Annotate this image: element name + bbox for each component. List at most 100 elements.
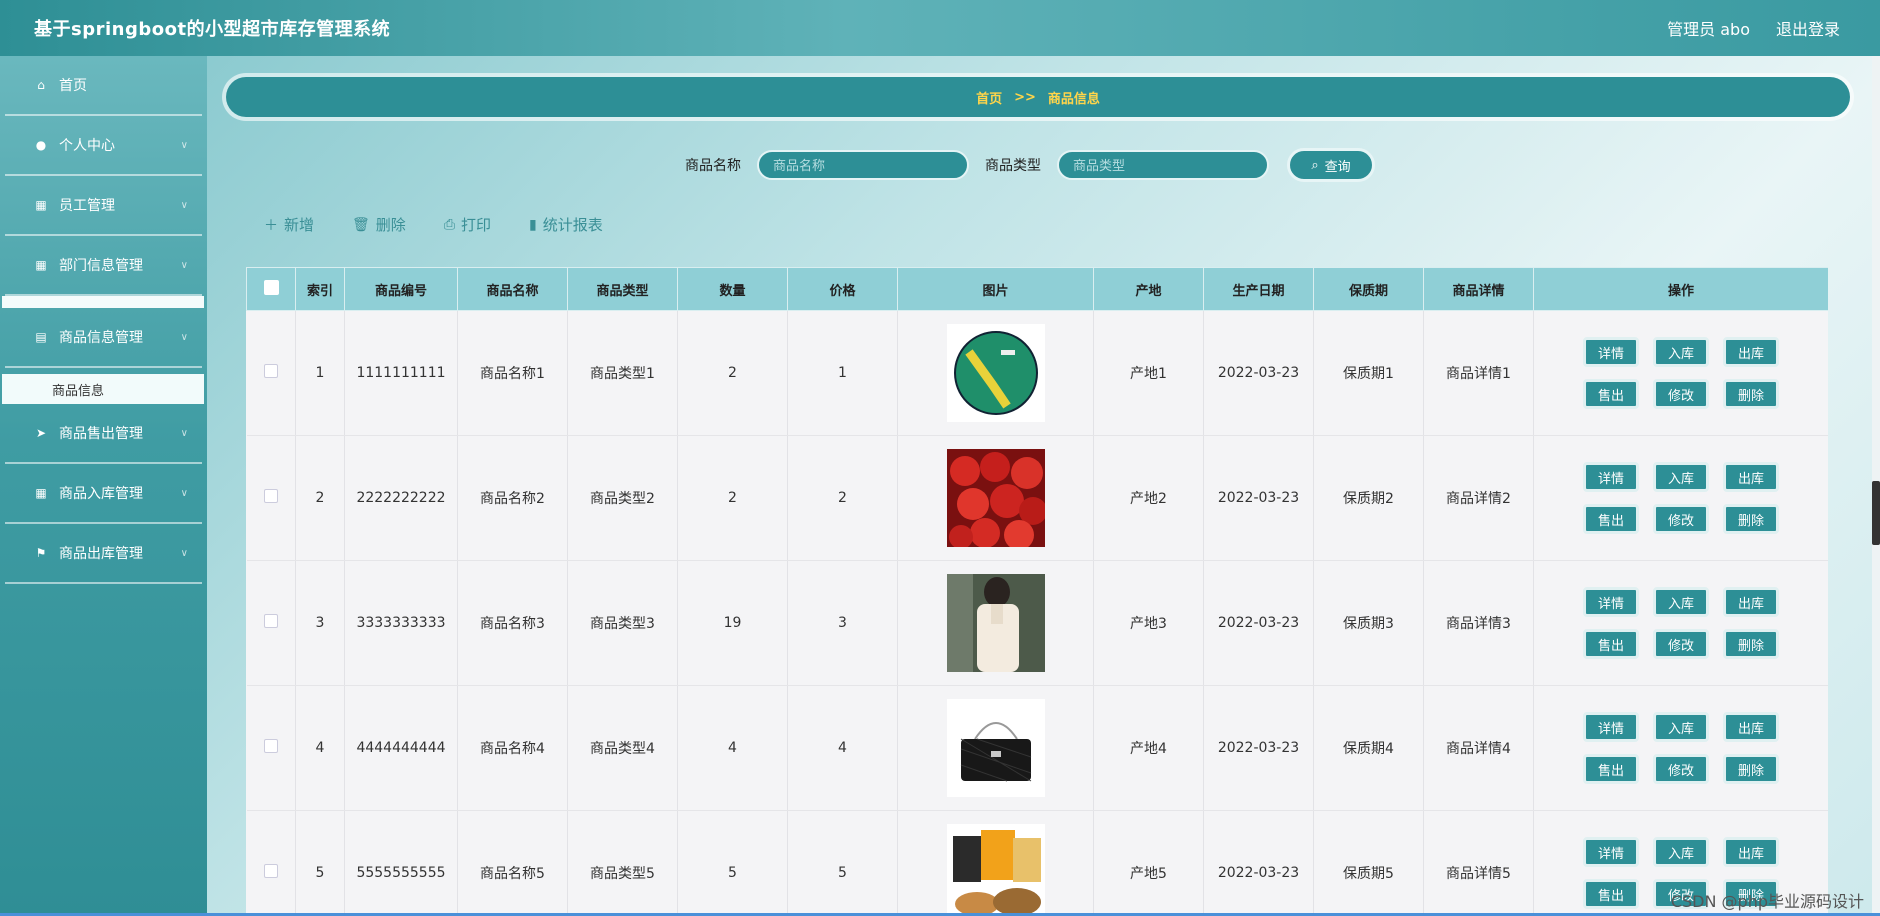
column-header: 商品类型 bbox=[567, 267, 678, 311]
sidebar-item-department[interactable]: ▦ 部门信息管理 ∨ bbox=[5, 236, 202, 296]
index-cell: 2 bbox=[295, 435, 345, 561]
sidebar-item-label: 商品信息管理 bbox=[59, 330, 143, 346]
search-icon: ⌕ bbox=[1311, 157, 1319, 173]
sell-button[interactable]: 售出 bbox=[1583, 629, 1639, 659]
outbound-button[interactable]: 出库 bbox=[1723, 837, 1779, 867]
sell-button[interactable]: 售出 bbox=[1583, 379, 1639, 409]
select-all-cell bbox=[246, 267, 296, 311]
delete-button[interactable]: 🗑 删除 bbox=[352, 214, 406, 235]
delete-row-button[interactable]: 删除 bbox=[1723, 754, 1779, 784]
inbound-button[interactable]: 入库 bbox=[1653, 837, 1709, 867]
row-actions: 详情 入库 出库售出 修改 删除 bbox=[1534, 462, 1828, 534]
price-cell: 3 bbox=[787, 560, 898, 686]
print-button[interactable]: ⎙ 打印 bbox=[444, 214, 491, 235]
detail-button[interactable]: 详情 bbox=[1583, 837, 1639, 867]
delete-row-button[interactable]: 删除 bbox=[1723, 629, 1779, 659]
name-cell: 商品名称1 bbox=[457, 310, 568, 436]
watermark: CSDN @php毕业源码设计 bbox=[1670, 892, 1864, 911]
edit-button[interactable]: 修改 bbox=[1653, 629, 1709, 659]
inbound-button[interactable]: 入库 bbox=[1653, 337, 1709, 367]
product-type-input[interactable] bbox=[1057, 150, 1269, 180]
outbound-button[interactable]: 出库 bbox=[1723, 462, 1779, 492]
edit-button[interactable]: 修改 bbox=[1653, 379, 1709, 409]
table-row: 4 4444444444 商品名称4 商品类型4 4 4 产地4 2022-03-23 保质期4… bbox=[246, 685, 1828, 811]
product-image bbox=[946, 824, 1045, 916]
index-cell: 3 bbox=[295, 560, 345, 686]
product-name-input[interactable] bbox=[757, 150, 969, 180]
column-header: 操作 bbox=[1533, 267, 1828, 311]
column-header: 商品编号 bbox=[344, 267, 458, 311]
column-header: 保质期 bbox=[1313, 267, 1424, 311]
toolbar: ＋ 新增 🗑 删除 ⎙ 打印 ▮ 统计报表 bbox=[264, 214, 603, 235]
breadcrumb-current: 商品信息 bbox=[1047, 91, 1100, 107]
outbound-button[interactable]: 出库 bbox=[1723, 712, 1779, 742]
detail-button[interactable]: 详情 bbox=[1583, 462, 1639, 492]
flag-icon: ⚑ bbox=[35, 546, 47, 560]
row-checkbox[interactable] bbox=[263, 614, 278, 628]
row-actions: 详情 入库 出库售出 修改 删除 bbox=[1534, 712, 1828, 784]
date-cell: 2022-03-23 bbox=[1203, 810, 1314, 916]
type-cell: 商品类型4 bbox=[567, 685, 678, 811]
image-cell bbox=[897, 435, 1094, 561]
sidebar-subitem-product-info[interactable]: 商品信息 bbox=[2, 374, 204, 404]
delete-row-button[interactable]: 删除 bbox=[1723, 504, 1779, 534]
user-icon: ● bbox=[35, 138, 47, 152]
sell-button[interactable]: 售出 bbox=[1583, 754, 1639, 784]
sidebar: ⌂ 首页 ● 个人中心 ∨ ▦ 员工管理 ∨ ▦ 部门信息管理 ∨ ▤ 商品信息… bbox=[0, 56, 207, 916]
scrollbar-thumb[interactable] bbox=[1872, 481, 1880, 545]
row-checkbox[interactable] bbox=[263, 864, 278, 878]
detail-button[interactable]: 详情 bbox=[1583, 337, 1639, 367]
product-image bbox=[946, 449, 1045, 547]
inbound-button[interactable]: 入库 bbox=[1653, 587, 1709, 617]
column-header: 产地 bbox=[1093, 267, 1204, 311]
origin-cell: 产地5 bbox=[1093, 810, 1204, 916]
logout-link[interactable]: 退出登录 bbox=[1776, 16, 1840, 40]
shelf-life-cell: 保质期2 bbox=[1313, 435, 1424, 561]
table-header-row: 索引 商品编号 商品名称 商品类型 数量 价格 图片 产地 生产日期 保质期 商… bbox=[246, 267, 1828, 311]
search-bar: 商品名称 商品类型 ⌕ 查询 bbox=[685, 148, 1375, 182]
report-button[interactable]: ▮ 统计报表 bbox=[529, 214, 603, 235]
row-checkbox[interactable] bbox=[263, 364, 278, 378]
sidebar-item-label: 商品入库管理 bbox=[59, 486, 143, 502]
clipboard-icon: ▤ bbox=[35, 330, 47, 344]
product-image bbox=[946, 699, 1045, 797]
sidebar-item-staff[interactable]: ▦ 员工管理 ∨ bbox=[5, 176, 202, 236]
sidebar-item-home[interactable]: ⌂ 首页 bbox=[5, 56, 202, 116]
inbound-button[interactable]: 入库 bbox=[1653, 462, 1709, 492]
code-cell: 2222222222 bbox=[344, 435, 458, 561]
sidebar-item-product-outbound[interactable]: ⚑ 商品出库管理 ∨ bbox=[5, 524, 202, 584]
breadcrumb-home[interactable]: 首页 bbox=[976, 88, 1002, 107]
edit-button[interactable]: 修改 bbox=[1653, 504, 1709, 534]
sidebar-item-product-inbound[interactable]: ▦ 商品入库管理 ∨ bbox=[5, 464, 202, 524]
add-button[interactable]: ＋ 新增 bbox=[264, 214, 314, 235]
vertical-scrollbar[interactable] bbox=[1872, 56, 1880, 916]
sell-button[interactable]: 售出 bbox=[1583, 879, 1639, 909]
shelf-life-cell: 保质期4 bbox=[1313, 685, 1424, 811]
outbound-button[interactable]: 出库 bbox=[1723, 587, 1779, 617]
sidebar-item-product-sales[interactable]: ➤ 商品售出管理 ∨ bbox=[5, 404, 202, 464]
actions-cell: 详情 入库 出库售出 修改 删除 bbox=[1533, 435, 1828, 561]
row-checkbox[interactable] bbox=[263, 489, 278, 503]
top-header: 基于springboot的小型超市库存管理系统 管理员 abo 退出登录 bbox=[0, 0, 1880, 56]
bar-chart-icon: ▮ bbox=[529, 216, 537, 233]
price-cell: 4 bbox=[787, 685, 898, 811]
inbound-button[interactable]: 入库 bbox=[1653, 712, 1709, 742]
detail-button[interactable]: 详情 bbox=[1583, 587, 1639, 617]
sell-button[interactable]: 售出 bbox=[1583, 504, 1639, 534]
select-all-checkbox[interactable] bbox=[263, 279, 279, 295]
row-checkbox[interactable] bbox=[263, 739, 278, 753]
sidebar-item-personal-center[interactable]: ● 个人中心 ∨ bbox=[5, 116, 202, 176]
column-header: 索引 bbox=[295, 267, 345, 311]
edit-button[interactable]: 修改 bbox=[1653, 754, 1709, 784]
table-row: 5 5555555555 商品名称5 商品类型5 5 5 产地5 2022-03-23 保质期5… bbox=[246, 810, 1828, 916]
name-cell: 商品名称3 bbox=[457, 560, 568, 686]
sidebar-item-product-info[interactable]: ▤ 商品信息管理 ∨ bbox=[5, 308, 202, 368]
row-actions: 详情 入库 出库售出 修改 删除 bbox=[1534, 587, 1828, 659]
qty-cell: 2 bbox=[677, 435, 788, 561]
type-cell: 商品类型5 bbox=[567, 810, 678, 916]
trash-icon: 🗑 bbox=[352, 216, 370, 233]
outbound-button[interactable]: 出库 bbox=[1723, 337, 1779, 367]
search-button[interactable]: ⌕ 查询 bbox=[1287, 148, 1375, 182]
detail-button[interactable]: 详情 bbox=[1583, 712, 1639, 742]
delete-row-button[interactable]: 删除 bbox=[1723, 379, 1779, 409]
